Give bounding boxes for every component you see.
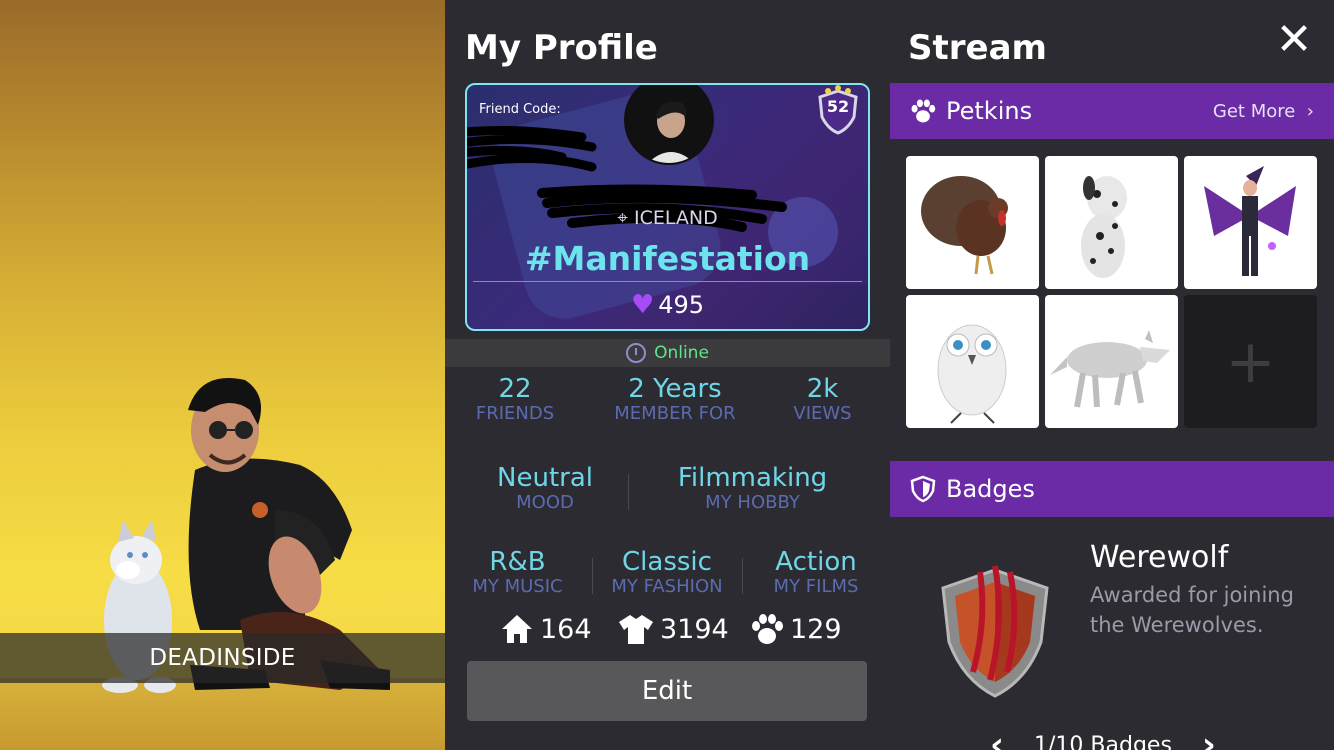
petkins-title: Petkins [946, 97, 1033, 125]
films-value: Action [775, 547, 857, 577]
pet-tile-wolf[interactable] [1045, 295, 1178, 428]
profile-card[interactable]: Friend Code: 52 ⌖ ICELAND #Manifestation… [465, 83, 870, 331]
badges-header: Badges [890, 461, 1334, 517]
clock-icon [626, 343, 647, 363]
badges-title: Badges [946, 475, 1035, 503]
mood-label: MOOD [516, 492, 574, 513]
add-pet-button[interactable]: + [1184, 295, 1317, 428]
owl-icon [937, 324, 1007, 424]
badge-name: Werewolf [1090, 540, 1229, 575]
online-status-bar: Online [445, 339, 890, 367]
badge-pager: ‹ 1/10 Badges › [990, 725, 1216, 750]
pets-count[interactable]: 129 [750, 612, 842, 646]
profile-hashtag: #Manifestation [524, 239, 811, 278]
online-status: Online [654, 343, 709, 363]
mood-value: Neutral [497, 463, 593, 493]
outfits-value: 3194 [660, 613, 729, 645]
pets-value: 129 [790, 613, 842, 645]
petkins-header: Petkins Get More › [890, 83, 1334, 139]
stat-value: 2 Years [628, 374, 722, 404]
stat-value: 2k [806, 374, 839, 404]
likes-value: 495 [658, 291, 705, 319]
films-label: MY FILMS [773, 576, 859, 597]
shirt-icon [619, 615, 653, 644]
pet-tile-fairy[interactable] [1184, 156, 1317, 289]
location-pin-icon: ⌖ [617, 207, 628, 229]
mood: Neutral MOOD [475, 464, 615, 514]
avatar-scene[interactable]: DEADINSIDE [0, 0, 445, 750]
wolf-icon [1050, 330, 1170, 408]
get-more-link[interactable]: Get More › [1213, 101, 1314, 122]
turkey-icon [921, 176, 1008, 275]
stat-label: VIEWS [793, 403, 852, 424]
films: Action MY FILMS [760, 548, 872, 598]
likes-count[interactable]: ♥ 495 [467, 290, 868, 320]
fashion-label: MY FASHION [611, 576, 723, 597]
divider [628, 474, 629, 510]
stream-title: Stream [908, 28, 1047, 68]
edit-button[interactable]: Edit [467, 661, 867, 721]
homes-value: 164 [540, 613, 592, 645]
homes-count[interactable]: 164 [500, 612, 592, 646]
hobby: Filmmaking MY HOBBY [650, 464, 855, 514]
paw-icon [911, 99, 936, 123]
card-divider [473, 281, 862, 282]
music-label: MY MUSIC [472, 576, 563, 597]
close-icon[interactable]: ✕ [1274, 18, 1314, 62]
avatar-head [188, 378, 262, 472]
page-title: My Profile [465, 28, 658, 68]
pet-tile-turkey[interactable] [906, 156, 1039, 289]
chevron-right-icon: › [1301, 100, 1314, 122]
player-nameplate: DEADINSIDE [0, 633, 445, 683]
outfits-count[interactable]: 3194 [618, 612, 729, 646]
location-text: ICELAND [634, 207, 718, 229]
hobby-value: Filmmaking [677, 463, 828, 493]
badge-description: Awarded for joining the Werewolves. [1090, 583, 1294, 637]
fashion: Classic MY FASHION [603, 548, 731, 598]
stat-views: 2k VIEWS [770, 375, 875, 425]
pet-tile-owl[interactable] [906, 295, 1039, 428]
player-name: DEADINSIDE [149, 645, 296, 671]
divider [742, 558, 743, 594]
fairy-icon [1204, 166, 1296, 276]
divider [592, 558, 593, 594]
werewolf-badge[interactable] [935, 562, 1055, 706]
stream-panel: Stream ✕ Petkins Get More › + Badges Wer… [890, 0, 1334, 750]
fashion-value: Classic [622, 547, 712, 577]
home-icon [502, 615, 532, 643]
level-number: 52 [826, 97, 850, 116]
badge-page-label: 1/10 Badges [1034, 732, 1172, 750]
profile-panel: My Profile Friend Code: 52 ⌖ ICELAND #Ma… [445, 0, 890, 750]
stat-label: MEMBER FOR [614, 403, 736, 424]
plus-icon: + [1225, 326, 1276, 397]
stat-friends[interactable]: 22 FRIENDS [455, 375, 575, 425]
music-value: R&B [489, 547, 546, 577]
location: ⌖ ICELAND [467, 207, 868, 229]
werewolf-badge-icon [941, 565, 1049, 698]
stat-member-for: 2 Years MEMBER FOR [600, 375, 750, 425]
paw-icon [752, 614, 783, 644]
chevron-right-icon[interactable]: › [1202, 725, 1216, 750]
pet-tile-dalmatian[interactable] [1045, 156, 1178, 289]
heart-icon: ♥ [630, 290, 655, 320]
stat-value: 22 [498, 374, 532, 404]
shield-icon [910, 475, 936, 503]
dalmatian-icon [1081, 176, 1127, 278]
chevron-left-icon[interactable]: ‹ [990, 725, 1004, 750]
music: R&B MY MUSIC [465, 548, 570, 598]
stat-label: FRIENDS [475, 403, 555, 424]
get-more-label: Get More [1212, 100, 1296, 122]
hobby-label: MY HOBBY [705, 492, 800, 513]
